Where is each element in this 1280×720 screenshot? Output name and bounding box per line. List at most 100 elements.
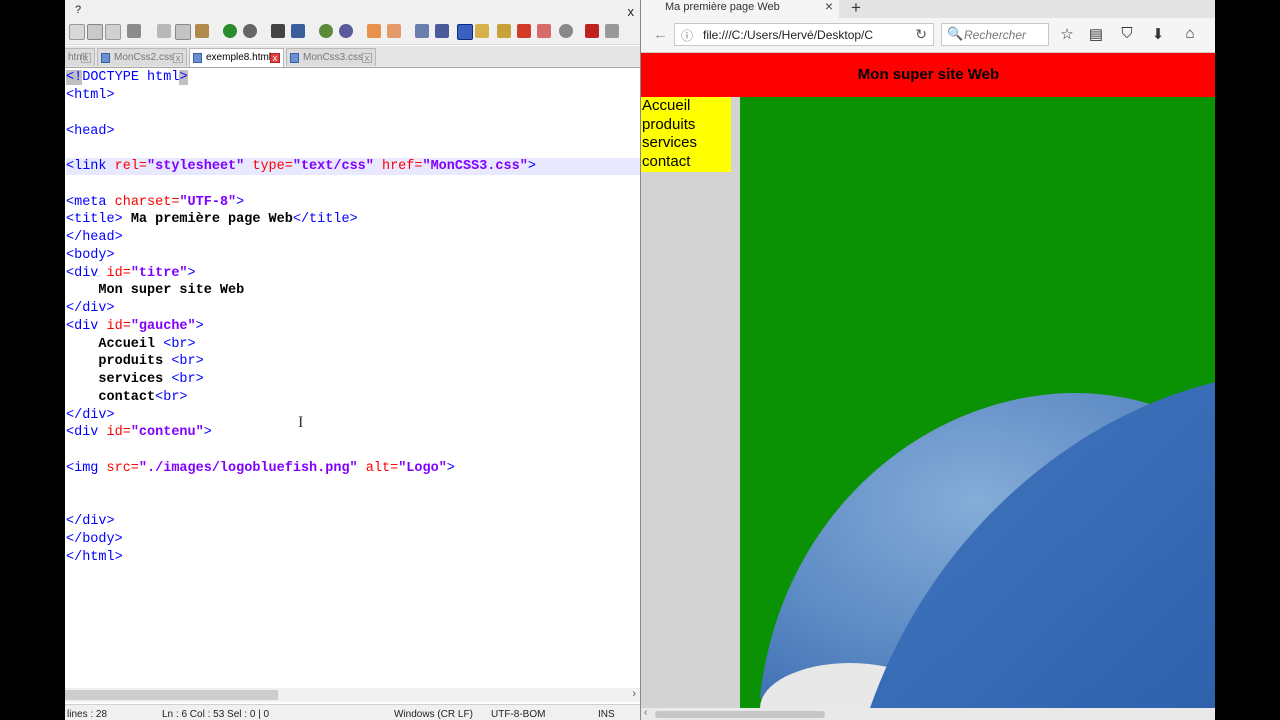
nav-item-services: services xyxy=(642,134,698,151)
tab-close-icon[interactable]: x xyxy=(270,53,280,63)
browser-horizontal-scrollbar[interactable]: ‹ xyxy=(641,707,1215,720)
code-line: <title> Ma première page Web</title> xyxy=(66,212,358,227)
close-document-button[interactable]: x xyxy=(628,4,635,19)
editor-status-bar: lines : 28 Ln : 6 Col : 53 Sel : 0 | 0 W… xyxy=(65,704,640,720)
search-box[interactable]: 🔍 Rechercher xyxy=(941,23,1049,46)
macro-stop-icon[interactable] xyxy=(585,24,599,38)
code-line: </body> xyxy=(66,532,123,547)
search-icon: 🔍 xyxy=(947,26,964,41)
doc-map-icon[interactable] xyxy=(475,24,489,38)
home-icon[interactable]: ⌂ xyxy=(1181,25,1199,42)
code-line: Accueil <br> xyxy=(66,337,196,352)
status-encoding: UTF-8-BOM xyxy=(491,709,546,720)
macro-record-icon[interactable] xyxy=(559,24,573,38)
tab-close-icon[interactable]: x xyxy=(362,53,372,63)
indent-guide-icon[interactable] xyxy=(457,24,473,40)
star-icon[interactable]: ☆ xyxy=(1058,25,1076,43)
redo-icon[interactable] xyxy=(243,24,257,38)
editor-menubar: ? x xyxy=(65,0,640,20)
new-file-icon[interactable] xyxy=(69,24,85,40)
info-icon[interactable]: ⓘ xyxy=(681,27,693,44)
word-wrap-icon[interactable] xyxy=(415,24,429,38)
zoom-in-icon[interactable] xyxy=(319,24,333,38)
logo-image xyxy=(760,382,1215,708)
reader-icon[interactable]: ▤ xyxy=(1087,25,1105,43)
text-cursor-icon: I xyxy=(298,414,304,431)
print-icon[interactable] xyxy=(127,24,141,38)
tab-html[interactable]: html x xyxy=(65,48,95,66)
zoom-out-icon[interactable] xyxy=(339,24,353,38)
find-icon[interactable] xyxy=(271,24,285,38)
new-tab-icon[interactable]: + xyxy=(851,0,861,18)
back-arrow-icon[interactable]: ← xyxy=(653,26,668,43)
tab-moncss2[interactable]: MonCss2.css x xyxy=(97,48,187,66)
code-line: </div> xyxy=(66,514,115,529)
cut-icon[interactable] xyxy=(157,24,171,38)
file-icon xyxy=(290,53,299,63)
search-placeholder: Rechercher xyxy=(964,28,1027,42)
browser-tab[interactable]: Ma première page Web × xyxy=(641,0,839,18)
status-lines: lines : 28 xyxy=(67,709,108,720)
download-icon[interactable]: ⬇ xyxy=(1149,25,1167,43)
site-title-banner: Mon super site Web xyxy=(641,53,1215,97)
tab-label: MonCss3.css xyxy=(303,52,364,63)
code-line: </div> xyxy=(66,408,115,423)
scrollbar-thumb[interactable] xyxy=(655,711,825,718)
undo-icon[interactable] xyxy=(223,24,237,38)
paste-icon[interactable] xyxy=(195,24,209,38)
scroll-left-icon[interactable]: ‹ xyxy=(644,707,647,718)
tab-moncss3[interactable]: MonCss3.css x xyxy=(286,48,376,66)
function-list-icon[interactable] xyxy=(497,24,511,38)
open-file-icon[interactable] xyxy=(87,24,103,40)
monitoring-icon[interactable] xyxy=(537,24,551,38)
help-menu[interactable]: ? xyxy=(75,4,81,16)
browser-navbar: ← ⓘ file:///C:/Users/Hervé/Desktop/C ↻ 🔍… xyxy=(641,18,1215,53)
code-line: </head> xyxy=(66,230,123,245)
editor-horizontal-scrollbar[interactable]: › xyxy=(65,688,640,702)
sync-horizontal-icon[interactable] xyxy=(387,24,401,38)
code-line: <div id="gauche"> xyxy=(66,319,204,334)
save-file-icon[interactable] xyxy=(105,24,121,40)
editor-toolbar xyxy=(65,20,640,45)
site-left-nav: Accueil produits services contact xyxy=(641,97,731,172)
editor-tab-bar: html x MonCss2.css x exemple8.html x Mon… xyxy=(65,46,640,68)
code-line: <!DOCTYPE html> xyxy=(66,70,188,85)
nav-item-accueil: Accueil xyxy=(642,97,691,114)
pocket-icon[interactable]: ⛉ xyxy=(1118,25,1136,42)
url-bar[interactable]: ⓘ file:///C:/Users/Hervé/Desktop/C ↻ xyxy=(674,23,934,46)
code-line: <div id="contenu"> xyxy=(66,425,212,440)
code-line: </div> xyxy=(66,301,115,316)
code-line: <head> xyxy=(66,124,115,139)
editor-window: ? x html x MonCss2.css x exemple8.html x… xyxy=(65,0,640,720)
tab-close-icon[interactable]: x xyxy=(81,53,91,63)
sync-scroll-icon[interactable] xyxy=(367,24,381,38)
tab-close-icon[interactable]: × xyxy=(825,0,833,13)
tab-close-icon[interactable]: x xyxy=(173,53,183,63)
page-viewport: Mon super site Web Accueil produits serv… xyxy=(641,53,1215,708)
file-icon xyxy=(193,53,202,63)
status-insert-mode: INS xyxy=(598,709,615,720)
nav-item-produits: produits xyxy=(642,115,696,133)
copy-icon[interactable] xyxy=(175,24,191,40)
reload-icon[interactable]: ↻ xyxy=(915,26,927,43)
tab-exemple8[interactable]: exemple8.html x xyxy=(189,48,284,67)
macro-play-icon[interactable] xyxy=(605,24,619,38)
code-line: <body> xyxy=(66,248,115,263)
code-line: services <br> xyxy=(66,372,204,387)
browser-tab-bar: Ma première page Web × + xyxy=(641,0,1215,18)
code-line: <img src="./images/logobluefish.png" alt… xyxy=(66,461,455,476)
replace-icon[interactable] xyxy=(291,24,305,38)
browser-tab-title: Ma première page Web xyxy=(665,1,780,13)
browser-window: Ma première page Web × + ← ⓘ file:///C:/… xyxy=(640,0,1215,720)
scrollbar-thumb[interactable] xyxy=(65,690,278,700)
scroll-right-icon[interactable]: › xyxy=(632,688,636,700)
url-text[interactable]: file:///C:/Users/Hervé/Desktop/C xyxy=(703,28,873,42)
show-all-chars-icon[interactable] xyxy=(435,24,449,38)
nav-item-contact: contact xyxy=(642,152,691,170)
code-editor[interactable]: <!DOCTYPE html> <html> <head> <link rel=… xyxy=(65,68,640,688)
code-line: contact<br> xyxy=(66,390,188,405)
file-icon xyxy=(101,53,110,63)
tab-label: MonCss2.css xyxy=(114,52,175,63)
folder-as-workspace-icon[interactable] xyxy=(517,24,531,38)
code-line: Mon super site Web xyxy=(66,283,245,298)
